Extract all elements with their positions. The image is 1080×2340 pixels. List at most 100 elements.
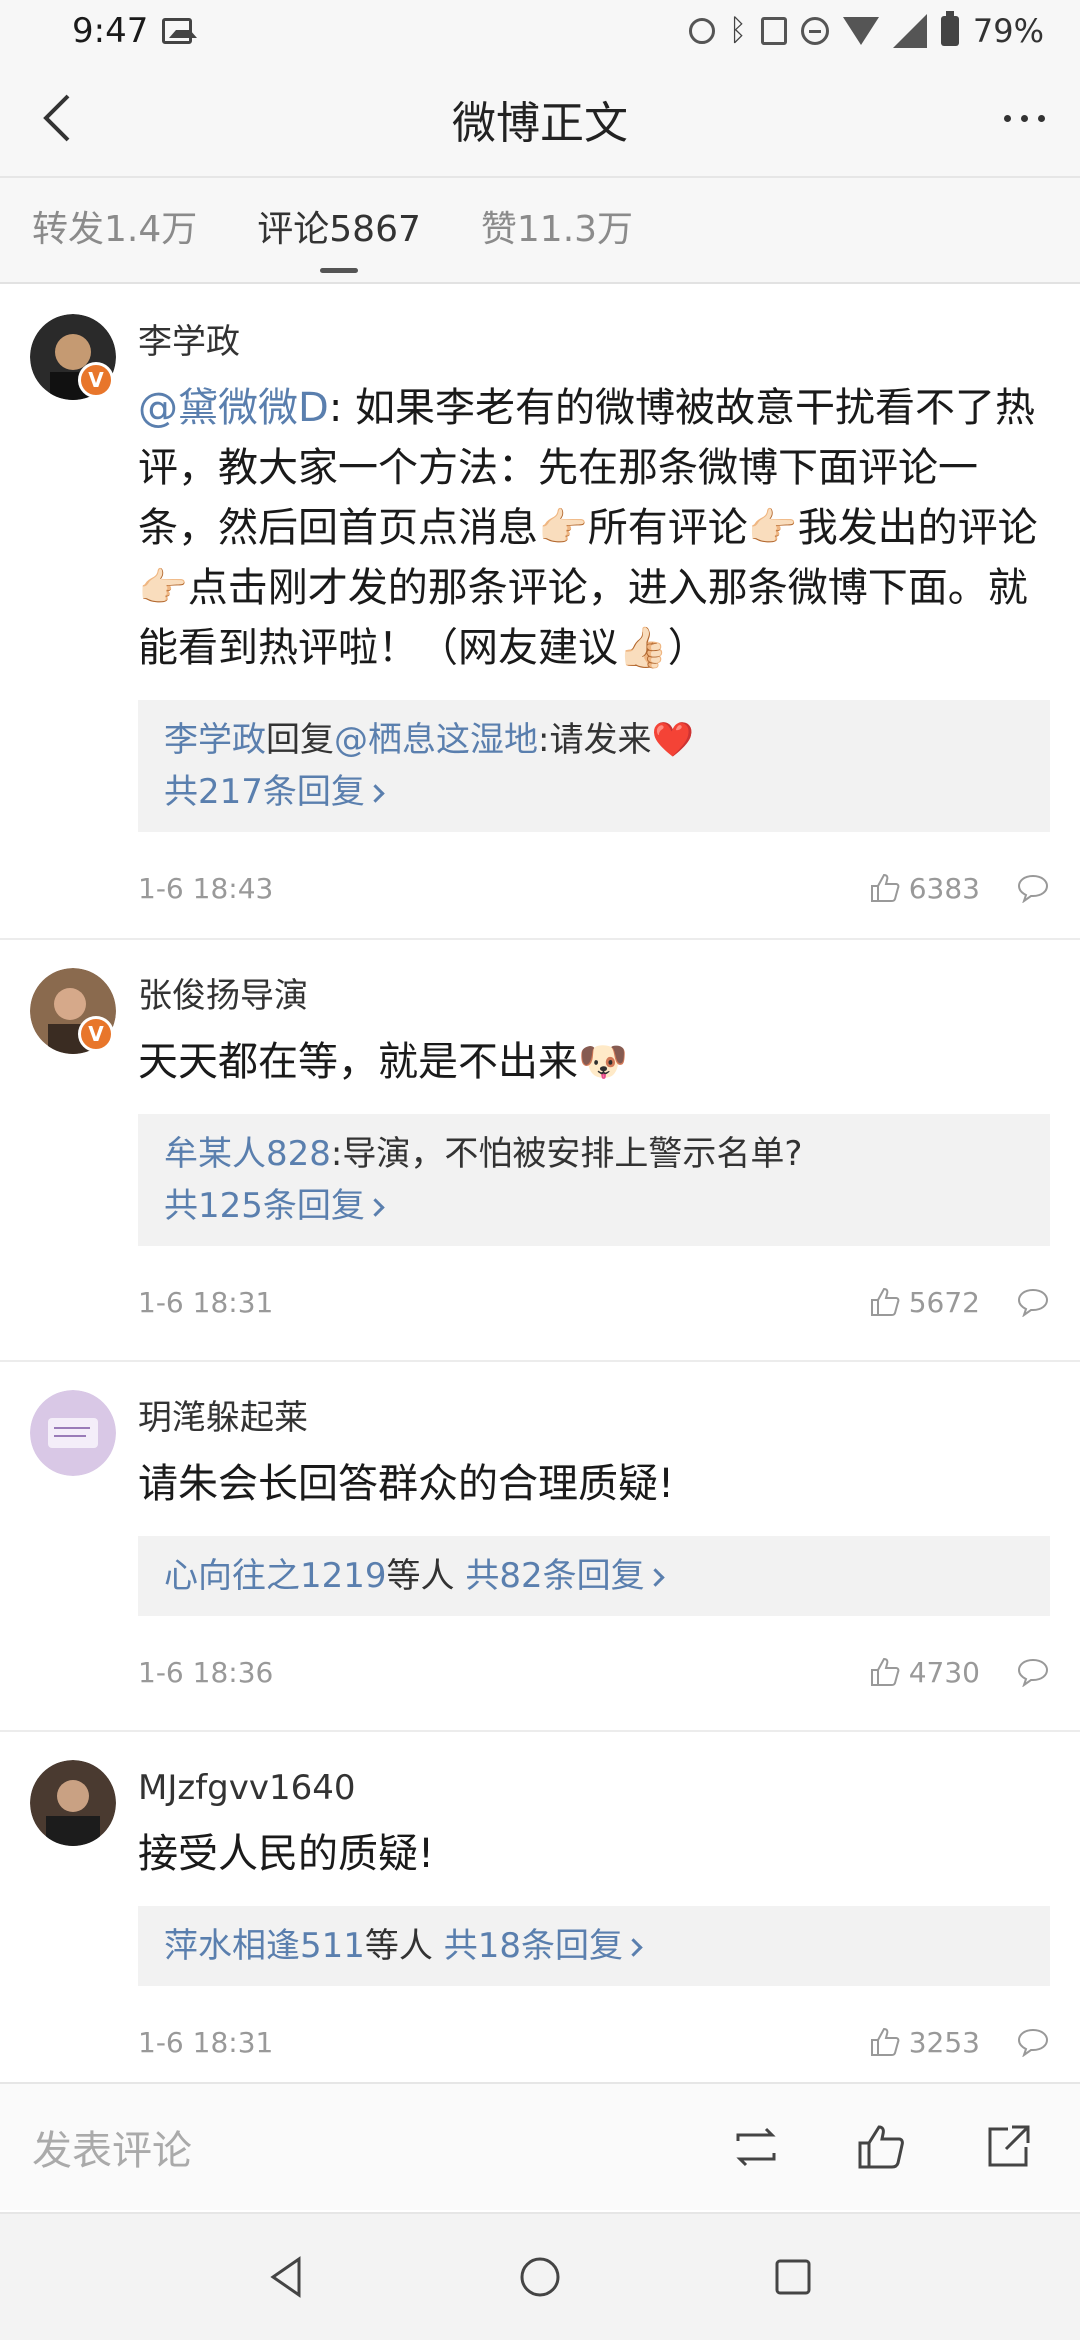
reply-more-link[interactable]: 共18条回复 <box>444 1926 623 1966</box>
alarm-icon <box>688 18 715 44</box>
reply-box[interactable]: 李学政回复@栖息这湿地:请发来❤️ 共217条回复 <box>138 700 1050 832</box>
tab-comments[interactable]: 评论5867 <box>257 177 421 283</box>
reply-icon[interactable] <box>1016 873 1050 903</box>
reply-line: 李学政回复@栖息这湿地:请发来❤️ <box>164 714 1024 766</box>
comment-username[interactable]: 玥滗躲起莱 <box>138 1390 1050 1446</box>
reply-line: 萍水相逢511等人 共18条回复 <box>164 1920 1024 1972</box>
avatar[interactable] <box>30 1390 116 1476</box>
tab-comments-label: 评论5867 <box>257 209 421 250</box>
chevron-right-icon <box>645 1568 665 1587</box>
avatar[interactable] <box>30 1760 116 1846</box>
back-button[interactable] <box>30 88 90 148</box>
tab-reposts[interactable]: 转发1.4万 <box>32 177 197 283</box>
comment-time: 1-6 18:31 <box>138 2025 274 2059</box>
like-count: 4730 <box>908 1655 980 1689</box>
dnd-icon <box>800 17 829 45</box>
header: 微博正文 <box>0 62 1080 178</box>
image-icon <box>162 18 198 44</box>
reply-more-link[interactable]: 共217条回复 <box>164 766 1024 818</box>
like-count: 3253 <box>908 2025 980 2059</box>
chevron-right-icon <box>366 784 385 803</box>
comment-item[interactable]: V 张俊扬导演 天天都在等，就是不出来🐶 牟某人828:导演，不怕被安排上警示名… <box>0 940 1080 1362</box>
reply-more-label: 共125条回复 <box>164 1186 365 1226</box>
comment-text: 请朱会长回答群众的合理质疑! <box>138 1461 675 1507</box>
comment-mention[interactable]: @黛微微D <box>138 385 329 431</box>
share-icon[interactable] <box>980 2119 1036 2175</box>
thumbs-up-icon <box>870 2027 900 2056</box>
bluetooth-icon: ᛒ <box>728 13 747 48</box>
repost-icon[interactable] <box>728 2119 784 2175</box>
comment-text: 接受人民的质疑! <box>138 1831 435 1877</box>
reply-text: :导演，不怕被安排上警示名单? <box>330 1134 803 1174</box>
verified-badge-icon: V <box>78 362 114 398</box>
more-button[interactable] <box>994 88 1054 148</box>
comment-username[interactable]: 张俊扬导演 <box>138 968 1050 1024</box>
chevron-right-icon <box>366 1198 385 1217</box>
back-arrow-icon <box>43 94 70 142</box>
thumbs-up-icon <box>870 1657 900 1686</box>
bottom-action-bar: 发表评论 <box>0 2082 1080 2210</box>
comment-item[interactable]: 玥滗躲起莱 请朱会长回答群众的合理质疑! 心向往之1219等人 共82条回复 1… <box>0 1362 1080 1732</box>
comment-text: 天天都在等，就是不出来🐶 <box>138 1039 628 1085</box>
like-count: 6383 <box>908 871 980 905</box>
nav-home-icon[interactable] <box>514 2251 566 2303</box>
tab-reposts-label: 转发1.4万 <box>32 209 198 250</box>
like-count: 5672 <box>908 1285 980 1319</box>
reply-more-link[interactable]: 共82条回复 <box>465 1556 644 1596</box>
reply-text: :请发来❤️ <box>538 720 694 760</box>
like-icon[interactable] <box>854 2119 910 2175</box>
system-nav-bar <box>0 2212 1080 2340</box>
reply-suffix: 等人 <box>386 1556 455 1596</box>
comment-item[interactable]: MJzfgvv1640 接受人民的质疑! 萍水相逢511等人 共18条回复 1-… <box>0 1732 1080 2084</box>
comment-list: V 李学政 @黛微微D: 如果李老有的微博被故意干扰看不了热评，教大家一个方法：… <box>0 286 1080 2084</box>
like-button[interactable]: 6383 <box>869 872 1016 905</box>
battery-level: 79% <box>972 12 1044 50</box>
like-button[interactable]: 4730 <box>869 1656 1016 1689</box>
reply-suffix: 等人 <box>364 1926 433 1966</box>
reply-box[interactable]: 牟某人828:导演，不怕被安排上警示名单? 共125条回复 <box>138 1114 1050 1246</box>
signal-icon <box>892 14 927 48</box>
tab-likes[interactable]: 赞11.3万 <box>481 177 633 283</box>
comment-time: 1-6 18:43 <box>138 871 274 905</box>
tab-likes-label: 赞11.3万 <box>480 209 634 250</box>
reply-author[interactable]: 心向往之1219 <box>164 1556 387 1596</box>
like-button[interactable]: 5672 <box>869 1286 1016 1319</box>
reply-icon[interactable] <box>1016 1657 1050 1687</box>
status-icons: ᛒ 79% <box>688 11 1044 50</box>
comment-input[interactable]: 发表评论 <box>32 2118 192 2176</box>
battery-icon <box>940 11 959 46</box>
tab-active-indicator <box>320 268 359 273</box>
nav-recents-icon[interactable] <box>767 2251 819 2303</box>
page-title: 微博正文 <box>452 98 628 149</box>
comment-time: 1-6 18:36 <box>138 1655 274 1689</box>
like-button[interactable]: 3253 <box>869 2026 1016 2059</box>
reply-action: 回复 <box>266 720 334 760</box>
reply-target[interactable]: @栖息这湿地 <box>334 720 538 760</box>
comment-meta: 1-6 18:43 6383 <box>138 846 1050 930</box>
comment-item[interactable]: V 李学政 @黛微微D: 如果李老有的微博被故意干扰看不了热评，教大家一个方法：… <box>0 286 1080 940</box>
reply-author[interactable]: 牟某人828 <box>164 1134 331 1174</box>
reply-icon[interactable] <box>1016 1287 1050 1317</box>
reply-icon[interactable] <box>1016 2027 1050 2057</box>
reply-box[interactable]: 萍水相逢511等人 共18条回复 <box>138 1906 1050 1986</box>
reply-line: 心向往之1219等人 共82条回复 <box>164 1550 1024 1602</box>
comment-meta: 1-6 18:31 5672 <box>138 1260 1050 1344</box>
reply-line: 牟某人828:导演，不怕被安排上警示名单? <box>164 1128 1024 1180</box>
status-time: 9:47 <box>72 11 149 51</box>
reply-author[interactable]: 李学政 <box>164 720 266 760</box>
chevron-right-icon <box>624 1938 643 1957</box>
tab-bar: 转发1.4万 评论5867 赞11.3万 <box>0 178 1080 284</box>
reply-more-link[interactable]: 共125条回复 <box>164 1180 1024 1232</box>
thumbs-up-icon <box>870 873 900 902</box>
comment-username[interactable]: 李学政 <box>138 314 1050 370</box>
bottom-action-icons <box>728 2119 1036 2175</box>
reply-author[interactable]: 萍水相逢511 <box>164 1926 365 1966</box>
comment-username[interactable]: MJzfgvv1640 <box>138 1760 1050 1816</box>
comment-time: 1-6 18:31 <box>138 1285 274 1319</box>
nfc-icon <box>760 17 787 45</box>
nav-back-icon[interactable] <box>261 2251 313 2303</box>
reply-box[interactable]: 心向往之1219等人 共82条回复 <box>138 1536 1050 1616</box>
more-dots-icon <box>1003 114 1011 122</box>
comment-meta: 1-6 18:31 3253 <box>138 2000 1050 2084</box>
comment-meta: 1-6 18:36 4730 <box>138 1630 1050 1714</box>
